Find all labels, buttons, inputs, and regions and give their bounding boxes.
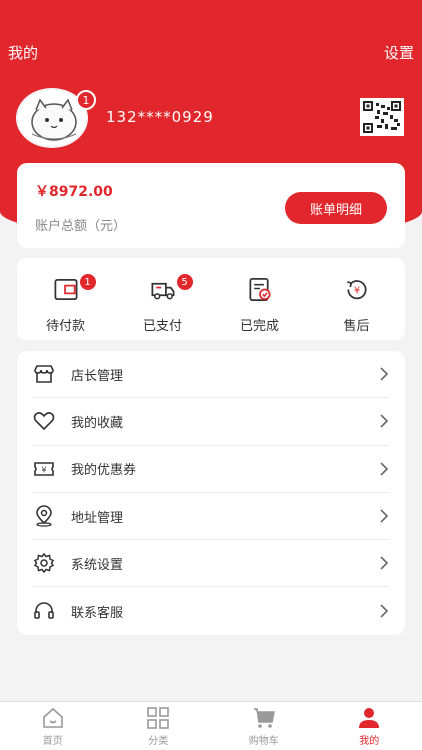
heart-icon (33, 412, 55, 431)
user-icon (359, 707, 380, 728)
chevron-right-icon (380, 556, 389, 570)
user-phone: 132****0929 (106, 108, 214, 126)
home-icon (42, 707, 63, 728)
order-label: 售后 (343, 319, 370, 334)
order-badge: 5 (176, 274, 193, 290)
menu-item-coupons[interactable]: ¥ 我的优惠券 (33, 446, 389, 493)
bottom-nav: 首页 分类 购物车 我的 (0, 701, 422, 750)
menu-card: 店长管理 我的收藏 ¥ 我的优惠券 地址管理 系统设置 联系客服 (17, 351, 405, 635)
location-icon (36, 505, 52, 527)
store-icon (34, 365, 54, 383)
bill-detail-button[interactable]: 账单明细 (285, 192, 387, 224)
order-label: 已完成 (239, 319, 279, 334)
chevron-right-icon (380, 367, 389, 381)
balance-card: ￥8972.00 账户总额（元） 账单明细 (17, 163, 405, 248)
menu-label: 我的优惠券 (71, 463, 137, 479)
order-after-sale[interactable]: ¥ 售后 (317, 264, 397, 334)
category-icon (147, 706, 170, 729)
balance-amount: ￥8972.00 (35, 184, 113, 200)
wallet-icon (54, 278, 77, 301)
nav-label: 分类 (148, 735, 169, 747)
menu-item-address[interactable]: 地址管理 (33, 493, 389, 541)
menu-label: 地址管理 (71, 510, 124, 526)
order-label: 待付款 (45, 319, 85, 334)
nav-my[interactable]: 我的 (329, 706, 409, 747)
top-bar: 我的 设置 (0, 40, 422, 64)
cart-icon (253, 707, 275, 728)
menu-item-store-manager[interactable]: 店长管理 (33, 351, 389, 399)
gear-icon (33, 553, 55, 574)
completed-icon (248, 278, 271, 301)
order-label: 已支付 (142, 319, 182, 334)
menu-label: 我的收藏 (71, 415, 124, 431)
menu-item-favorites[interactable]: 我的收藏 (33, 398, 389, 446)
nav-label: 我的 (359, 735, 380, 747)
menu-label: 店长管理 (71, 368, 124, 384)
truck-icon (151, 282, 174, 300)
order-completed[interactable]: 已完成 (220, 264, 300, 334)
svg-text:¥: ¥ (41, 465, 46, 474)
chevron-right-icon (380, 414, 389, 429)
nav-label: 首页 (42, 735, 63, 747)
qr-code-icon[interactable] (360, 98, 404, 136)
nav-category[interactable]: 分类 (118, 706, 198, 747)
avatar-badge: 1 (76, 90, 96, 110)
menu-item-customer-service[interactable]: 联系客服 (33, 587, 389, 634)
after-sale-icon: ¥ (346, 280, 366, 300)
headset-icon (34, 602, 54, 619)
order-paid[interactable]: 5 已支付 (123, 264, 203, 334)
orders-card: 1 待付款 5 已支付 已完成 ¥ 售后 (17, 258, 405, 340)
order-badge: 1 (79, 274, 96, 290)
balance-label: 账户总额（元） (35, 219, 127, 234)
menu-label: 系统设置 (71, 557, 124, 573)
profile-section: 1 132****0929 (16, 88, 406, 148)
menu-label: 联系客服 (71, 605, 124, 621)
menu-item-system-settings[interactable]: 系统设置 (33, 540, 389, 588)
order-pending-payment[interactable]: 1 待付款 (26, 264, 106, 334)
settings-link[interactable]: 设置 (384, 42, 414, 63)
chevron-right-icon (380, 604, 389, 618)
nav-home[interactable]: 首页 (13, 706, 93, 747)
page-title: 我的 (8, 43, 39, 62)
svg-text:¥: ¥ (353, 285, 359, 296)
nav-label: 购物车 (248, 735, 279, 747)
chevron-right-icon (380, 462, 389, 476)
coupon-icon: ¥ (34, 461, 54, 476)
nav-cart[interactable]: 购物车 (224, 706, 304, 747)
chevron-right-icon (380, 509, 389, 523)
